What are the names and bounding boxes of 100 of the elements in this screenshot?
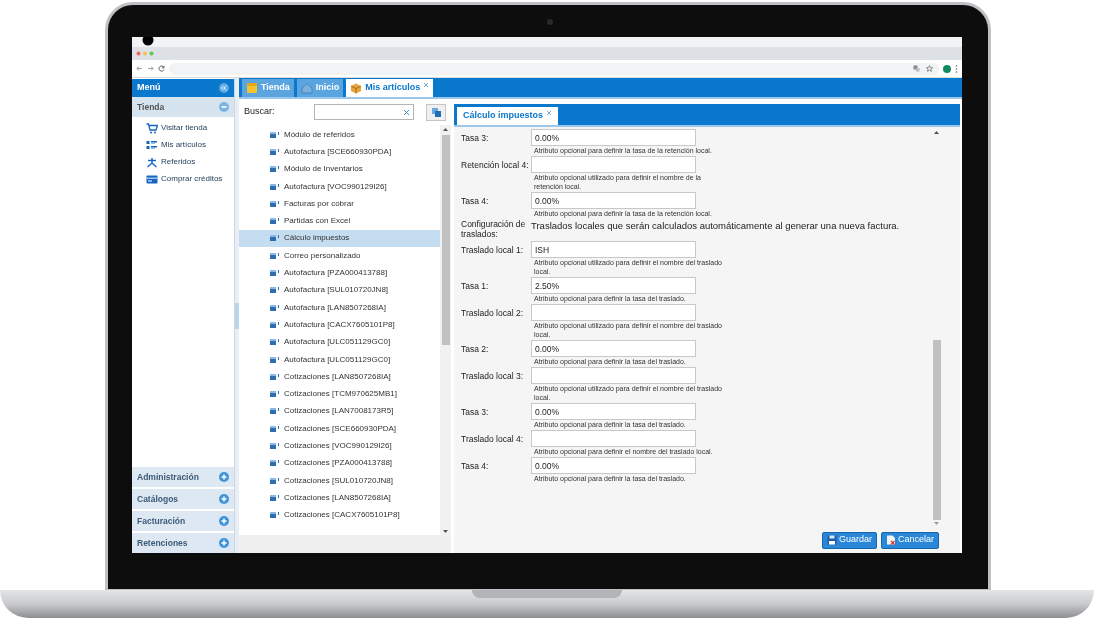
- text-field[interactable]: 0.00%: [531, 457, 696, 474]
- tree-item[interactable]: Cotizaciones [PZA000413788]: [239, 454, 440, 472]
- text-field[interactable]: 2.50%: [531, 277, 696, 294]
- document-icon: [885, 535, 896, 545]
- accordion-header[interactable]: Facturación: [132, 511, 234, 531]
- splitter[interactable]: [235, 78, 239, 553]
- scroll-down-icon: [443, 530, 448, 533]
- tree-item[interactable]: Módulo de referidos: [239, 126, 440, 144]
- text-field[interactable]: ISH: [531, 241, 696, 258]
- page-icon: [270, 511, 280, 520]
- address-bar[interactable]: [169, 62, 939, 75]
- page-icon: [270, 442, 280, 450]
- accordion-header[interactable]: Retenciones: [132, 533, 234, 553]
- tree-item[interactable]: Cotizaciones [LAN8507268IA]: [239, 489, 440, 507]
- tree-item[interactable]: Autofactura [ULC051129GC0]: [239, 350, 440, 369]
- menu-item[interactable]: Referidos: [161, 156, 196, 168]
- tree-item[interactable]: Cotizaciones [LAN7008173R5]: [239, 402, 440, 421]
- page-icon: [270, 320, 280, 329]
- page-icon: [270, 234, 280, 243]
- menu-item[interactable]: Comprar créditos: [161, 173, 223, 185]
- text-field[interactable]: [531, 304, 696, 321]
- menu-item[interactable]: Mis artículos: [161, 139, 206, 151]
- grid-icon: [146, 139, 158, 151]
- page-icon: [270, 390, 280, 399]
- page-icon: [270, 407, 280, 416]
- collapse-icon: [219, 83, 229, 93]
- tree-item[interactable]: Facturas por cobrar: [239, 195, 440, 213]
- text-field[interactable]: 0.00%: [531, 340, 696, 357]
- collapse-icon: [219, 102, 229, 112]
- scroll-up-icon: [443, 127, 448, 131]
- field-label: Tasa 3:: [461, 132, 490, 145]
- folder-icon: [246, 82, 258, 94]
- text-field[interactable]: 0.00%: [531, 192, 696, 209]
- tree-item[interactable]: Cotizaciones [SUL010720JN8]: [239, 471, 440, 490]
- avatar-icon: [943, 64, 951, 73]
- tree-item[interactable]: Autofactura [PZA000413788]: [239, 264, 440, 282]
- page-icon: [270, 459, 280, 468]
- forward-icon: [147, 65, 154, 72]
- text-field[interactable]: 0.00%: [531, 403, 696, 420]
- tab[interactable]: Mis artículos: [346, 79, 434, 97]
- text-field[interactable]: [531, 156, 696, 173]
- page-icon: [270, 269, 280, 277]
- section-label: Configuración de traslados:: [461, 219, 527, 239]
- tree-item[interactable]: Partidas con Excel: [239, 212, 440, 230]
- field-label: Retención local 4:: [461, 159, 530, 172]
- page-icon: [270, 355, 280, 364]
- expand-icon: [219, 472, 229, 482]
- tree-item[interactable]: Autofactura [VOC990129I26]: [239, 177, 440, 196]
- page-icon: [270, 286, 280, 295]
- cart-icon: [146, 122, 158, 134]
- action-button[interactable]: Guardar: [821, 531, 877, 549]
- tree-item[interactable]: Cotizaciones [SCE660930PDA]: [239, 420, 440, 438]
- field-label: Tasa 2:: [461, 343, 490, 356]
- scroll-down-icon: [934, 522, 939, 525]
- tree-item[interactable]: Correo personalizado: [239, 247, 440, 265]
- search-label: Buscar:: [244, 105, 276, 119]
- camera-icon: [547, 19, 553, 25]
- tree-item[interactable]: Autofactura [LAN8507268IA]: [239, 298, 440, 317]
- accordion-header[interactable]: Administración: [132, 467, 234, 487]
- page-icon: [270, 199, 280, 208]
- text-field[interactable]: [531, 367, 696, 384]
- section-description: Traslados locales que serán calculados automáticamente al generar una nueva factura.: [531, 219, 900, 233]
- accordion-header[interactable]: Catálogos: [132, 489, 234, 509]
- tree-item[interactable]: Cálculo impuestos: [239, 229, 440, 248]
- star-icon: [926, 65, 933, 72]
- more-icon: [955, 64, 958, 73]
- text-field[interactable]: [531, 430, 696, 447]
- page-icon: [270, 217, 280, 226]
- page-icon: [270, 493, 280, 502]
- action-button[interactable]: Cancelar: [880, 531, 939, 549]
- refresh-button[interactable]: [426, 103, 446, 121]
- expand-icon: [219, 516, 229, 526]
- tree-item[interactable]: Módulo de Inventarios: [239, 160, 440, 178]
- field-label: Tasa 4:: [461, 195, 490, 208]
- field-label: Traslado local 1:: [461, 244, 525, 257]
- field-label: Tasa 1:: [461, 280, 490, 293]
- tree-item[interactable]: Autofactura [SCE660930PDA]: [239, 143, 440, 161]
- menu-item[interactable]: Visitar tienda: [161, 122, 208, 134]
- tree-item[interactable]: Cotizaciones [CACX7605101P8]: [239, 506, 440, 524]
- accordion-header[interactable]: Tienda: [132, 97, 234, 117]
- field-label: Traslado local 3:: [461, 370, 525, 383]
- close-icon: [546, 110, 552, 116]
- tree-item[interactable]: Cotizaciones [VOC990129I26]: [239, 437, 440, 455]
- expand-icon: [219, 538, 229, 548]
- tree-item[interactable]: Cotizaciones [TCM970625MB1]: [239, 385, 440, 403]
- search-field[interactable]: [314, 104, 414, 120]
- clear-icon: [403, 108, 410, 116]
- tree-item[interactable]: Cotizaciones [LAN8507268IA]: [239, 368, 440, 386]
- field-label: Traslado local 4:: [461, 433, 525, 446]
- tree-item[interactable]: Autofactura [CACX7605101P8]: [239, 316, 440, 334]
- network-icon: [146, 156, 158, 168]
- page-icon: [270, 338, 280, 347]
- tab[interactable]: Cálculo impuestos: [457, 107, 558, 125]
- tree-item[interactable]: Autofactura [ULC051129GC0]: [239, 333, 440, 351]
- scrollbar[interactable]: [440, 125, 451, 535]
- scroll-up-icon: [934, 130, 939, 134]
- expand-icon: [219, 494, 229, 504]
- tree-item[interactable]: Autofactura [SUL010720JN8]: [239, 281, 440, 299]
- window-controls-icon: [136, 51, 156, 56]
- text-field[interactable]: 0.00%: [531, 129, 696, 146]
